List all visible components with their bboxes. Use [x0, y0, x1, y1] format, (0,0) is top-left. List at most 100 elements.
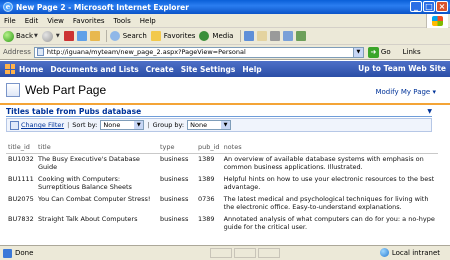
- nav-site-settings[interactable]: Site Settings: [181, 65, 236, 74]
- media-button[interactable]: Media: [199, 31, 233, 41]
- cell-notes: An overview of available database system…: [223, 154, 424, 171]
- window-controls: _ □ ×: [410, 1, 448, 12]
- address-input[interactable]: http://iguana/myteam/new_page_2.aspx?Pag…: [33, 46, 364, 58]
- page-icon: [36, 48, 44, 56]
- menu-file[interactable]: File: [4, 17, 16, 25]
- toolbar-divider: [240, 30, 242, 42]
- print-icon[interactable]: [270, 31, 281, 41]
- nav-home[interactable]: Home: [19, 65, 43, 74]
- column-header-pub-id[interactable]: pub_id: [196, 143, 222, 154]
- group-by-value: None: [190, 121, 208, 129]
- title-bar: e New Page 2 - Microsoft Internet Explor…: [0, 0, 450, 14]
- edit-icon[interactable]: [283, 31, 294, 41]
- home-icon[interactable]: [89, 31, 100, 41]
- minimize-button[interactable]: _: [410, 1, 422, 12]
- chevron-down-icon[interactable]: ▼: [56, 33, 60, 39]
- chevron-down-icon: ▾: [432, 88, 436, 96]
- go-button[interactable]: ➜ Go: [367, 46, 391, 58]
- forward-button[interactable]: ▼: [41, 30, 60, 42]
- cell-notes: The latest medical and psychological tec…: [223, 194, 429, 211]
- group-by-select[interactable]: None ▼: [187, 120, 232, 130]
- sort-by-label: Sort by:: [72, 121, 98, 129]
- status-pane: [258, 248, 280, 258]
- cell-title-id: BU1111: [8, 174, 34, 183]
- cell-title-id: BU1032: [8, 154, 34, 163]
- security-zone: Local intranet: [379, 248, 440, 257]
- discuss-icon[interactable]: [296, 31, 307, 41]
- cell-type: business: [160, 154, 189, 163]
- maximize-button[interactable]: □: [423, 1, 435, 12]
- cell-title: The Busy Executive's Database Guide: [38, 154, 140, 171]
- back-label: Back: [16, 32, 33, 40]
- cell-notes: Helpful hints on how to use your electro…: [223, 174, 435, 191]
- divider: |: [67, 121, 70, 129]
- media-icon: [199, 31, 210, 41]
- modify-my-page-menu[interactable]: Modify My Page ▾: [375, 88, 436, 96]
- menu-bar: File Edit View Favorites Tools Help: [0, 14, 450, 28]
- nav-documents-and-lists[interactable]: Documents and Lists: [50, 65, 138, 74]
- column-header-title-id[interactable]: title_id: [6, 143, 36, 154]
- links-button[interactable]: Links: [403, 48, 421, 56]
- stop-icon[interactable]: [63, 31, 74, 41]
- cell-pub-id: 1389: [198, 154, 215, 163]
- cell-notes: Annotated analysis of what computers can…: [223, 214, 435, 231]
- menu-edit[interactable]: Edit: [25, 17, 39, 25]
- cell-title: Straight Talk About Computers: [38, 214, 138, 223]
- cell-pub-id: 1389: [198, 174, 215, 183]
- column-header-title[interactable]: title: [36, 143, 158, 154]
- table-row: BU1032 The Busy Executive's Database Gui…: [6, 153, 438, 174]
- nav-help[interactable]: Help: [242, 65, 261, 74]
- menu-favorites[interactable]: Favorites: [73, 17, 105, 25]
- go-label: Go: [380, 48, 391, 56]
- history-icon[interactable]: [244, 31, 255, 41]
- favorites-label: Favorites: [163, 32, 196, 40]
- web-part-page-icon: [6, 83, 20, 97]
- globe-icon: [379, 248, 389, 257]
- address-bar: Address http://iguana/myteam/new_page_2.…: [0, 45, 450, 60]
- page-done-icon: [3, 248, 12, 258]
- status-panes: [210, 248, 280, 258]
- sharepoint-top-nav: Home Documents and Lists Create Site Set…: [0, 61, 450, 77]
- close-button[interactable]: ×: [436, 1, 448, 12]
- nav-create[interactable]: Create: [146, 65, 174, 74]
- refresh-icon[interactable]: [76, 31, 87, 41]
- mail-icon[interactable]: [257, 31, 268, 41]
- status-text: Done: [15, 249, 34, 257]
- cell-title: You Can Combat Computer Stress!: [38, 194, 151, 203]
- search-button[interactable]: Search: [109, 31, 147, 41]
- filter-icon: [10, 120, 19, 130]
- table-row: BU7832 Straight Talk About Computers bus…: [6, 214, 438, 234]
- chevron-down-icon: ▼: [221, 121, 231, 129]
- page-header: Web Part Page Modify My Page ▾: [0, 77, 450, 105]
- group-by-label: Group by:: [152, 121, 185, 129]
- change-filter-link[interactable]: Change Filter: [21, 121, 64, 129]
- cell-pub-id: 1389: [198, 214, 215, 223]
- status-pane: [234, 248, 256, 258]
- titles-table: title_id title type pub_id notes BU1032 …: [6, 143, 438, 234]
- address-label: Address: [3, 48, 31, 56]
- divider: |: [147, 121, 150, 129]
- sort-by-select[interactable]: None ▼: [100, 120, 145, 130]
- status-pane: [210, 248, 232, 258]
- back-button[interactable]: Back ▼: [3, 30, 38, 42]
- web-part-title: Titles table from Pubs database: [6, 106, 142, 116]
- column-header-notes[interactable]: notes: [221, 143, 438, 154]
- favorites-button[interactable]: Favorites: [150, 31, 196, 41]
- table-header-row: title_id title type pub_id notes: [6, 143, 438, 154]
- nav-up-to-team-site[interactable]: Up to Team Web Site: [358, 64, 446, 73]
- sort-by-value: None: [103, 121, 121, 129]
- menu-view[interactable]: View: [47, 17, 64, 25]
- search-icon: [109, 31, 120, 41]
- chevron-down-icon: ▼: [134, 121, 144, 129]
- toolbar-divider: [105, 30, 107, 42]
- address-dropdown-icon[interactable]: ▼: [352, 47, 363, 57]
- cell-type: business: [160, 194, 189, 203]
- windows-logo-icon: [426, 14, 448, 28]
- star-icon: [150, 31, 161, 41]
- column-header-type[interactable]: type: [158, 143, 196, 154]
- standard-toolbar: Back ▼ ▼ Search Favorites Media: [0, 28, 450, 45]
- web-part-menu-icon[interactable]: ▼: [427, 108, 432, 115]
- menu-tools[interactable]: Tools: [114, 17, 131, 25]
- chevron-down-icon[interactable]: ▼: [34, 33, 38, 39]
- menu-help[interactable]: Help: [140, 17, 156, 25]
